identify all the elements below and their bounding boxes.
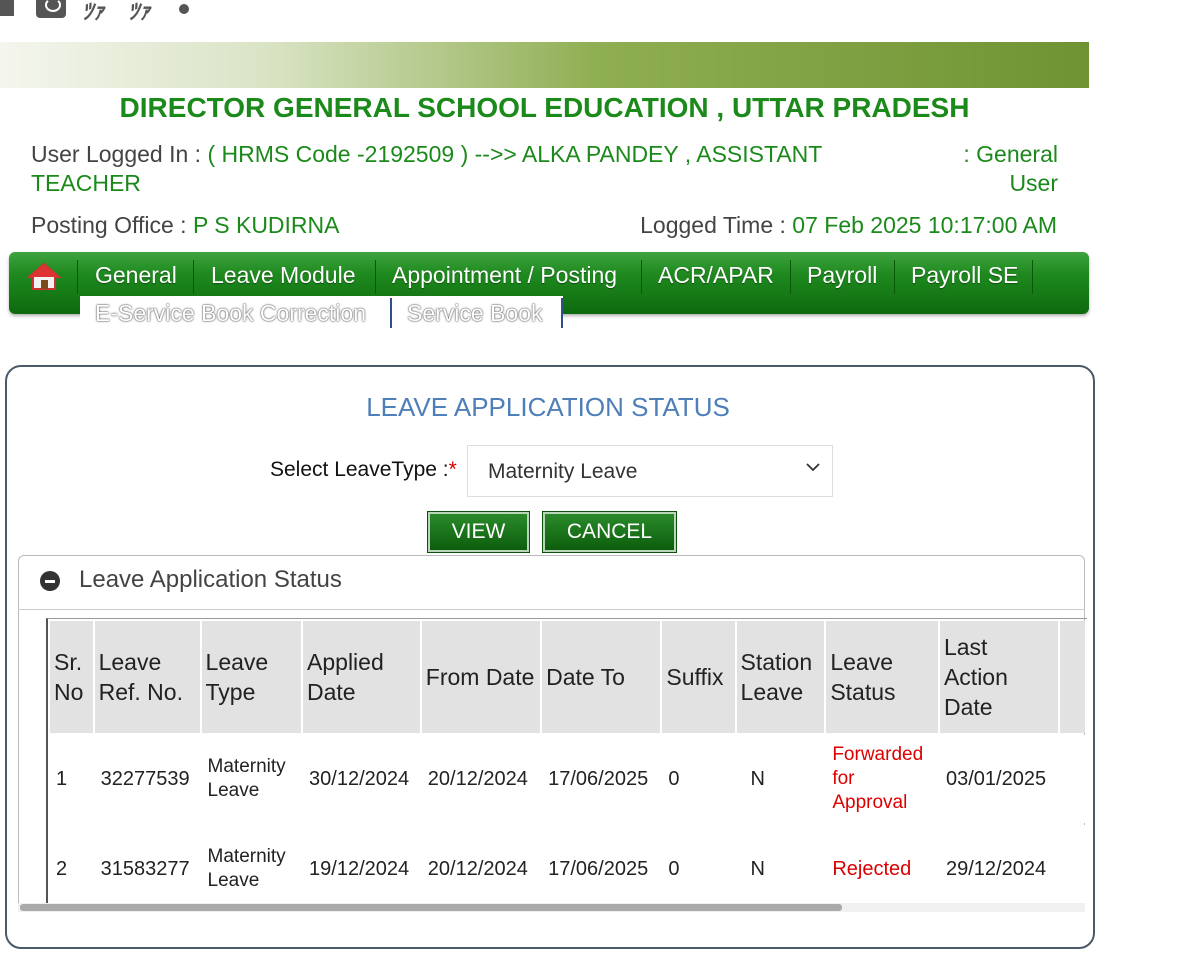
wave-icon: ﾂｧ [82, 0, 105, 24]
posting-office: Posting Office : P S KUDIRNA [31, 212, 340, 239]
col-last-action-date: Last Action Date [939, 621, 1059, 733]
col-from-date: From Date [421, 621, 541, 733]
cell-date-to: 17/06/2025 [542, 825, 661, 903]
cell-from-date: 20/12/2024 [421, 735, 541, 823]
cell-sr-no: 2 [50, 825, 93, 903]
logged-value: 07 Feb 2025 10:17:00 AM [792, 212, 1057, 238]
leave-type-value: Maternity Leave [488, 460, 638, 483]
cell-leave-type: Maternity Leave [201, 735, 302, 823]
leave-type-select[interactable]: Maternity Leave [467, 445, 833, 497]
home-icon[interactable] [27, 261, 61, 291]
nav-appointment-posting[interactable]: Appointment / Posting [392, 262, 617, 289]
status-bar: ﾂｧ ﾂｧ [0, 0, 1200, 42]
wave-icon: ﾂｧ [128, 0, 151, 24]
cancel-button[interactable]: CANCEL [542, 511, 677, 553]
posting-value: P S KUDIRNA [192, 212, 340, 238]
nav-e-service-book-correction[interactable]: E-Service Book Correction [95, 300, 366, 327]
logged-label: Logged Time : [640, 212, 793, 238]
cell-overflow [1060, 825, 1085, 903]
notification-dot-icon [179, 4, 189, 14]
alert-icon [0, 0, 14, 16]
cell-leave-ref-no: 31583277 [94, 825, 200, 903]
header-banner [0, 42, 1089, 88]
user-label: User Logged In : [31, 141, 208, 167]
col-suffix: Suffix [662, 621, 735, 733]
nav-payroll[interactable]: Payroll [807, 262, 877, 289]
col-leave-ref-no: Leave Ref. No. [94, 621, 200, 733]
table-header-row: Sr. No Leave Ref. No. Leave Type Applied… [50, 621, 1085, 733]
cell-station-leave: N [736, 735, 825, 823]
cell-sr-no: 1 [50, 735, 93, 823]
cell-last-action-date: 03/01/2025 [939, 735, 1059, 823]
col-date-to: Date To [542, 621, 661, 733]
nav-service-book[interactable]: Service Book [407, 300, 543, 327]
page-title: LEAVE APPLICATION STATUS [366, 392, 730, 422]
cell-applied-date: 19/12/2024 [303, 825, 420, 903]
cell-overflow [1060, 735, 1085, 823]
table-row: 1 32277539 Maternity Leave 30/12/2024 20… [50, 735, 1085, 823]
app-icon [36, 0, 66, 18]
chevron-down-icon [806, 463, 820, 472]
view-button[interactable]: VIEW [427, 511, 530, 553]
horizontal-scrollbar[interactable] [18, 903, 1085, 912]
required-mark: * [448, 458, 457, 481]
col-leave-type: Leave Type [201, 621, 302, 733]
user-logged-in: User Logged In : ( HRMS Code -2192509 ) … [31, 140, 831, 198]
nav-payroll-se[interactable]: Payroll SE [911, 262, 1018, 289]
nav-general[interactable]: General [95, 262, 177, 289]
posting-label: Posting Office : [31, 212, 193, 238]
cell-suffix: 0 [662, 825, 735, 903]
col-applied-date: Applied Date [303, 621, 420, 733]
user-type: : General User [963, 141, 1058, 196]
cell-station-leave: N [736, 825, 825, 903]
cell-leave-status: Rejected [826, 825, 938, 903]
cell-leave-ref-no: 32277539 [94, 735, 200, 823]
scrollbar-thumb[interactable] [20, 904, 842, 911]
cell-from-date: 20/12/2024 [421, 825, 541, 903]
cell-date-to: 17/06/2025 [542, 735, 661, 823]
logged-time: Logged Time : 07 Feb 2025 10:17:00 AM [640, 212, 1057, 239]
col-station-leave: Station Leave [736, 621, 825, 733]
nav-leave-module[interactable]: Leave Module [211, 262, 356, 289]
nav-acr-apar[interactable]: ACR/APAR [658, 262, 774, 289]
leave-type-label: Select LeaveType :* [270, 458, 457, 481]
cell-leave-type: Maternity Leave [201, 825, 302, 903]
collapse-icon[interactable] [40, 571, 60, 591]
section-title: Leave Application Status [79, 566, 342, 593]
status-table-wrapper: Sr. No Leave Ref. No. Leave Type Applied… [46, 618, 1087, 903]
leave-status-table: Sr. No Leave Ref. No. Leave Type Applied… [48, 619, 1087, 903]
cell-last-action-date: 29/12/2024 [939, 825, 1059, 903]
cell-applied-date: 30/12/2024 [303, 735, 420, 823]
table-row: 2 31583277 Maternity Leave 19/12/2024 20… [50, 825, 1085, 903]
page-heading: DIRECTOR GENERAL SCHOOL EDUCATION , UTTA… [119, 92, 970, 123]
col-overflow [1060, 621, 1085, 733]
cell-suffix: 0 [662, 735, 735, 823]
col-sr-no: Sr. No [50, 621, 93, 733]
col-leave-status: Leave Status [826, 621, 938, 733]
cell-leave-status: Forwarded for Approval [826, 735, 938, 823]
